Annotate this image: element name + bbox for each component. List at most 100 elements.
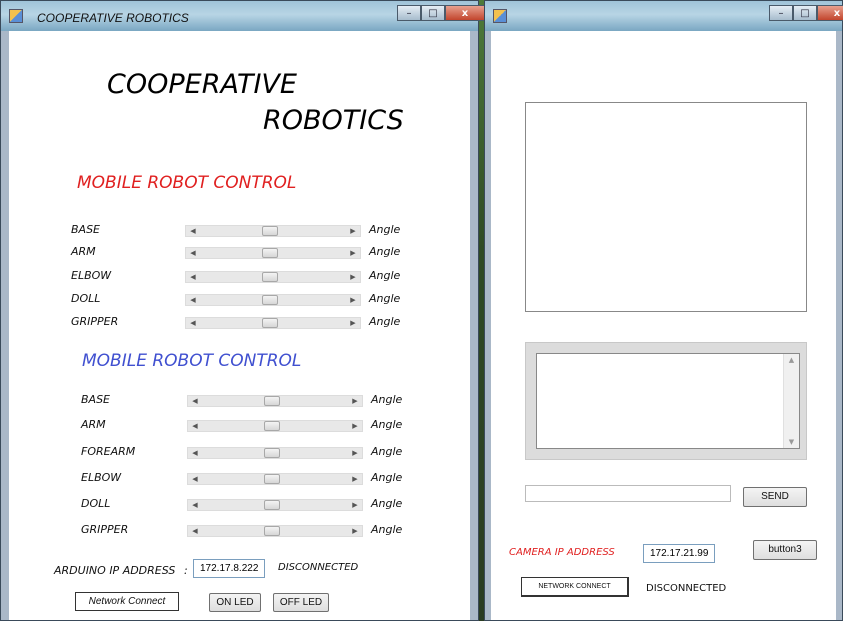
scroll-right-arrow-icon[interactable]: ▶ xyxy=(347,272,359,282)
minimize-button-2[interactable]: – xyxy=(769,5,793,21)
section1-title: MOBILE ROBOT CONTROL xyxy=(77,173,297,193)
app-icon-2 xyxy=(493,9,507,23)
angle-label: Angle xyxy=(369,245,401,258)
camera-status: DISCONNECTED xyxy=(646,583,727,594)
send-button[interactable]: SEND xyxy=(743,487,807,507)
arduino-ip-label: ARDUINO IP ADDRESS xyxy=(54,564,176,577)
scroll-left-arrow-icon[interactable]: ◀ xyxy=(187,226,199,236)
robot-control-window: COOPERATIVE ROBOTICS – □ x COOPERATIVE R… xyxy=(0,0,485,621)
slider-label: DOLL xyxy=(81,497,111,510)
scroll-thumb[interactable] xyxy=(264,448,280,458)
network-connect-button-2[interactable]: NETWORK CONNECT xyxy=(521,577,629,597)
angle-scrollbar[interactable]: ◀ ▶ xyxy=(185,317,361,329)
angle-label: Angle xyxy=(371,523,403,536)
angle-scrollbar[interactable]: ◀ ▶ xyxy=(185,247,361,259)
slider-label: BASE xyxy=(81,393,111,406)
slider-label: ARM xyxy=(81,418,106,431)
scroll-left-arrow-icon[interactable]: ◀ xyxy=(187,272,199,282)
close-button[interactable]: x xyxy=(445,5,485,21)
angle-label: Angle xyxy=(369,292,401,305)
slider-label: ARM xyxy=(71,245,96,258)
angle-scrollbar[interactable]: ◀ ▶ xyxy=(185,294,361,306)
button3[interactable]: button3 xyxy=(753,540,817,560)
scroll-left-arrow-icon[interactable]: ◀ xyxy=(189,421,201,431)
app-icon xyxy=(9,9,23,23)
scroll-thumb[interactable] xyxy=(262,226,278,236)
scroll-left-arrow-icon[interactable]: ◀ xyxy=(189,526,201,536)
scroll-thumb[interactable] xyxy=(262,248,278,258)
angle-scrollbar[interactable]: ◀ ▶ xyxy=(187,447,363,459)
title-bar[interactable]: COOPERATIVE ROBOTICS – □ x xyxy=(1,1,485,31)
minimize-button[interactable]: – xyxy=(397,5,421,21)
heading-line-1: COOPERATIVE xyxy=(107,69,297,100)
scroll-left-arrow-icon[interactable]: ◀ xyxy=(189,500,201,510)
angle-label: Angle xyxy=(371,497,403,510)
scroll-right-arrow-icon[interactable]: ▶ xyxy=(349,448,361,458)
camera-ip-input[interactable]: 172.17.21.99 xyxy=(643,544,715,563)
scroll-right-arrow-icon[interactable]: ▶ xyxy=(347,295,359,305)
angle-scrollbar[interactable]: ◀ ▶ xyxy=(185,225,361,237)
slider-label: BASE xyxy=(71,223,101,236)
angle-scrollbar[interactable]: ◀ ▶ xyxy=(187,499,363,511)
send-input[interactable] xyxy=(525,485,731,502)
arduino-ip-separator: : xyxy=(184,564,188,577)
camera-picture-box xyxy=(525,102,807,312)
arduino-ip-input[interactable]: 172.17.8.222 xyxy=(193,559,265,578)
slider-label: ELBOW xyxy=(71,269,112,282)
scroll-right-arrow-icon[interactable]: ▶ xyxy=(349,421,361,431)
heading-line-2: ROBOTICS xyxy=(263,105,404,136)
scroll-left-arrow-icon[interactable]: ◀ xyxy=(187,295,199,305)
scroll-right-arrow-icon[interactable]: ▶ xyxy=(347,318,359,328)
camera-window: – □ x ▲ ▼ SEND CAMERA IP ADDRESS 172.17.… xyxy=(484,0,843,621)
scroll-right-arrow-icon[interactable]: ▶ xyxy=(349,396,361,406)
window-title: COOPERATIVE ROBOTICS xyxy=(37,11,189,25)
scroll-right-arrow-icon[interactable]: ▶ xyxy=(347,226,359,236)
scroll-left-arrow-icon[interactable]: ◀ xyxy=(189,448,201,458)
log-panel: ▲ ▼ xyxy=(525,342,807,460)
slider-label: FOREARM xyxy=(81,445,136,458)
camera-ip-label: CAMERA IP ADDRESS xyxy=(509,547,615,558)
scroll-thumb[interactable] xyxy=(264,526,280,536)
on-led-button[interactable]: ON LED xyxy=(209,593,261,612)
scroll-thumb[interactable] xyxy=(262,295,278,305)
scroll-thumb[interactable] xyxy=(264,474,280,484)
scroll-left-arrow-icon[interactable]: ◀ xyxy=(189,474,201,484)
maximize-button[interactable]: □ xyxy=(421,5,445,21)
scroll-thumb[interactable] xyxy=(264,421,280,431)
scroll-thumb[interactable] xyxy=(262,318,278,328)
scroll-thumb[interactable] xyxy=(264,500,280,510)
angle-label: Angle xyxy=(369,315,401,328)
log-textarea[interactable]: ▲ ▼ xyxy=(536,353,800,449)
scroll-left-arrow-icon[interactable]: ◀ xyxy=(187,318,199,328)
angle-label: Angle xyxy=(371,418,403,431)
off-led-button[interactable]: OFF LED xyxy=(273,593,329,612)
angle-scrollbar[interactable]: ◀ ▶ xyxy=(185,271,361,283)
scroll-thumb[interactable] xyxy=(262,272,278,282)
scroll-left-arrow-icon[interactable]: ◀ xyxy=(189,396,201,406)
slider-label: GRIPPER xyxy=(81,523,129,536)
scroll-right-arrow-icon[interactable]: ▶ xyxy=(349,526,361,536)
angle-label: Angle xyxy=(371,445,403,458)
angle-scrollbar[interactable]: ◀ ▶ xyxy=(187,473,363,485)
slider-label: GRIPPER xyxy=(71,315,119,328)
angle-label: Angle xyxy=(369,223,401,236)
angle-scrollbar[interactable]: ◀ ▶ xyxy=(187,395,363,407)
maximize-button-2[interactable]: □ xyxy=(793,5,817,21)
network-connect-button[interactable]: Network Connect xyxy=(75,592,179,611)
scroll-up-arrow-icon[interactable]: ▲ xyxy=(784,356,799,364)
slider-label: ELBOW xyxy=(81,471,122,484)
scroll-thumb[interactable] xyxy=(264,396,280,406)
slider-label: DOLL xyxy=(71,292,101,305)
scroll-down-arrow-icon[interactable]: ▼ xyxy=(784,438,799,446)
scroll-right-arrow-icon[interactable]: ▶ xyxy=(349,474,361,484)
title-bar-2[interactable]: – □ x xyxy=(485,1,843,31)
scroll-right-arrow-icon[interactable]: ▶ xyxy=(347,248,359,258)
form-client-area-2: ▲ ▼ SEND CAMERA IP ADDRESS 172.17.21.99 … xyxy=(491,31,836,620)
angle-label: Angle xyxy=(369,269,401,282)
scroll-right-arrow-icon[interactable]: ▶ xyxy=(349,500,361,510)
log-scrollbar[interactable]: ▲ ▼ xyxy=(783,354,799,448)
angle-scrollbar[interactable]: ◀ ▶ xyxy=(187,420,363,432)
angle-scrollbar[interactable]: ◀ ▶ xyxy=(187,525,363,537)
scroll-left-arrow-icon[interactable]: ◀ xyxy=(187,248,199,258)
close-button-2[interactable]: x xyxy=(817,5,843,21)
